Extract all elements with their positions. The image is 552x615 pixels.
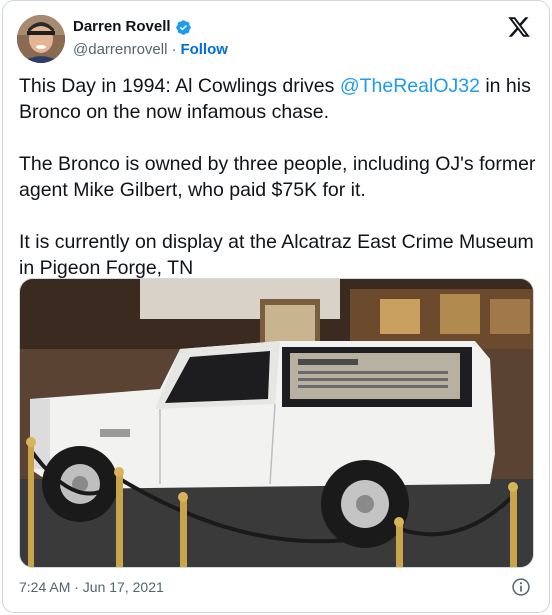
verified-badge-icon: [175, 19, 192, 36]
avatar[interactable]: [17, 15, 65, 63]
author-display-name[interactable]: Darren Rovell: [73, 17, 171, 37]
follow-button[interactable]: Follow: [180, 40, 228, 60]
mention-link[interactable]: @TheRealOJ32: [340, 75, 480, 97]
tweet-card: Darren Rovell @darrenrovell · Follow Thi…: [2, 0, 550, 613]
tweet-timestamp[interactable]: 7:24 AM · Jun 17, 2021: [19, 577, 164, 597]
tweet-paragraph-3: It is currently on display at the Alcatr…: [19, 231, 534, 279]
info-icon[interactable]: [511, 577, 531, 597]
tweet-text-before-mention: This Day in 1994: Al Cowlings drives: [19, 75, 340, 97]
author-handle[interactable]: @darrenrovell: [73, 40, 167, 60]
tweet-paragraph-1: This Day in 1994: Al Cowlings drives @Th…: [19, 73, 539, 125]
tweet-paragraph-2: The Bronco is owned by three people, inc…: [19, 153, 536, 201]
author-name-row: Darren Rovell: [73, 17, 192, 37]
author-handle-row: @darrenrovell · Follow: [73, 40, 228, 60]
x-logo-icon[interactable]: [507, 15, 531, 39]
separator-dot: ·: [171, 41, 177, 58]
tweet-text: This Day in 1994: Al Cowlings drives @Th…: [19, 73, 539, 281]
tweet-photo[interactable]: [19, 278, 534, 568]
